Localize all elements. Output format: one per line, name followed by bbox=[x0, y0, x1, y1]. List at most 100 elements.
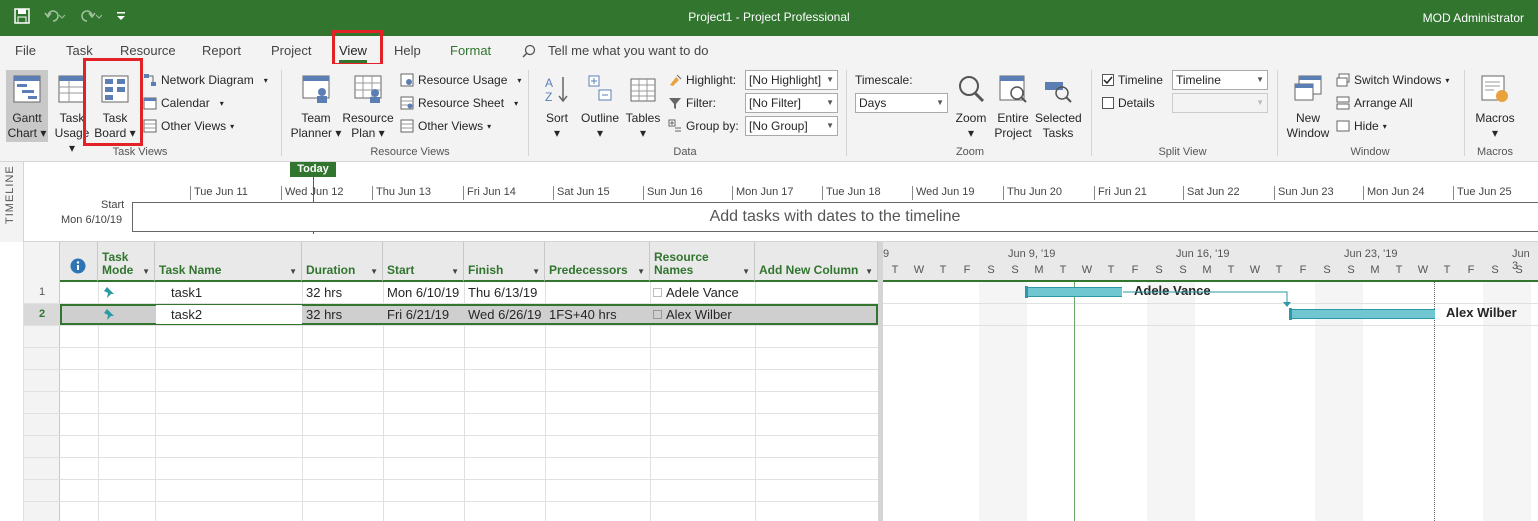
chevron-down-icon[interactable]: ▼ bbox=[142, 267, 150, 276]
macros-button[interactable]: Macros ▾ bbox=[1470, 74, 1520, 141]
arrange-all-label: Arrange All bbox=[1354, 96, 1413, 110]
column-header-finish[interactable]: Finish ▼ bbox=[464, 242, 545, 282]
resource-sheet-button[interactable]: Resource Sheet ▾ bbox=[400, 94, 518, 112]
gantt-chart[interactable]: 9 Jun 9, '19 Jun 16, '19 Jun 23, '19 Jun… bbox=[883, 242, 1538, 521]
weekend-shading bbox=[1147, 282, 1195, 521]
calendar-button[interactable]: Calendar ▾ bbox=[143, 94, 224, 112]
chevron-down-icon[interactable]: ▼ bbox=[289, 267, 297, 276]
group-separator bbox=[1277, 70, 1278, 156]
timescale-dropdown[interactable]: Days ▼ bbox=[855, 93, 948, 113]
column-header-resource-names[interactable]: Resource Names ▼ bbox=[650, 242, 755, 282]
tab-task[interactable]: Task bbox=[66, 43, 93, 58]
highlight-icon bbox=[670, 74, 682, 86]
column-header-start[interactable]: Start ▼ bbox=[383, 242, 464, 282]
tab-file[interactable]: File bbox=[15, 43, 36, 58]
timeline-pane[interactable]: TIMELINE Today Start Mon 6/10/19 Tue Jun… bbox=[0, 162, 1538, 242]
timeline-date: Thu Jun 13 bbox=[372, 186, 431, 200]
timeline-date: Wed Jun 19 bbox=[912, 186, 975, 200]
duration-cell[interactable]: 32 hrs bbox=[303, 304, 383, 326]
timescale-day: T bbox=[1275, 264, 1283, 276]
task-name-cell[interactable]: task1 bbox=[168, 282, 302, 304]
details-checkbox[interactable]: Details bbox=[1102, 94, 1155, 112]
timescale-day: S bbox=[1515, 264, 1523, 276]
sort-icon: AZ bbox=[545, 76, 568, 104]
chevron-down-icon[interactable]: ▼ bbox=[532, 267, 540, 276]
entire-project-button[interactable]: Entire Project bbox=[992, 74, 1034, 141]
zoom-button[interactable]: Zoom ▾ bbox=[951, 74, 991, 141]
search-icon bbox=[522, 44, 536, 58]
tab-project[interactable]: Project bbox=[271, 43, 311, 58]
bar-start-marker bbox=[1289, 308, 1292, 320]
highlight-dropdown[interactable]: [No Highlight] ▼ bbox=[745, 70, 838, 90]
column-header-task-mode[interactable]: Task Mode ▼ bbox=[98, 242, 155, 282]
resource-names-cell[interactable]: Alex Wilber bbox=[663, 304, 755, 326]
new-window-icon bbox=[1294, 75, 1322, 101]
task-other-views-button[interactable]: Other Views ▾ bbox=[143, 117, 234, 135]
start-cell[interactable]: Mon 6/10/19 bbox=[384, 282, 464, 304]
column-header-task-name[interactable]: Task Name ▼ bbox=[155, 242, 302, 282]
team-planner-button[interactable]: Team Planner ▾ bbox=[288, 74, 344, 141]
timescale-week: Jun 23, '19 bbox=[1344, 248, 1398, 260]
gantt-bar-task2[interactable] bbox=[1290, 309, 1435, 319]
row-number[interactable]: 2 bbox=[24, 303, 60, 325]
new-window-button[interactable]: New Window bbox=[1284, 74, 1332, 141]
column-header-duration[interactable]: Duration ▼ bbox=[302, 242, 383, 282]
network-diagram-button[interactable]: Network Diagram ▾ bbox=[143, 71, 268, 89]
hide-button[interactable]: Hide ▾ bbox=[1336, 117, 1387, 135]
task-name-cell[interactable]: task2 bbox=[168, 304, 302, 326]
switch-windows-button[interactable]: Switch Windows ▾ bbox=[1336, 71, 1449, 89]
grid-line bbox=[24, 369, 878, 370]
predecessors-cell[interactable] bbox=[546, 282, 650, 304]
tab-resource[interactable]: Resource bbox=[120, 43, 176, 58]
gantt-chart-button[interactable]: Gantt Chart ▾ bbox=[6, 70, 48, 142]
finish-cell[interactable]: Wed 6/26/19 bbox=[465, 304, 545, 326]
gantt-bar-task1[interactable] bbox=[1026, 287, 1122, 297]
resource-other-views-button[interactable]: Other Views ▾ bbox=[400, 117, 491, 135]
tab-report[interactable]: Report bbox=[202, 43, 241, 58]
chevron-down-icon[interactable]: ▼ bbox=[742, 267, 750, 276]
arrange-all-button[interactable]: Arrange All bbox=[1336, 94, 1413, 112]
checkbox-checked-icon bbox=[1102, 74, 1114, 86]
outline-dropdown-icon: ▾ bbox=[596, 126, 604, 140]
row-number[interactable]: 1 bbox=[24, 281, 60, 303]
grid-line bbox=[24, 479, 878, 480]
resource-names-cell[interactable]: Adele Vance bbox=[663, 282, 755, 304]
team-planner-icon bbox=[302, 75, 330, 103]
duration-header-label: Duration bbox=[306, 263, 356, 277]
resource-checkbox-icon bbox=[653, 310, 662, 319]
tab-format[interactable]: Format bbox=[450, 43, 491, 58]
filter-label: Filter: bbox=[686, 96, 716, 110]
tell-me-input[interactable]: Tell me what you want to do bbox=[548, 43, 708, 58]
filter-dropdown[interactable]: [No Filter] ▼ bbox=[745, 93, 838, 113]
timeline-date: Sun Jun 16 bbox=[643, 186, 703, 200]
predecessors-cell[interactable]: 1FS+40 hrs bbox=[546, 304, 650, 326]
timeline-checkbox[interactable]: Timeline bbox=[1102, 71, 1163, 89]
other-views-label: Other Views bbox=[161, 119, 227, 133]
timeline-view-dropdown[interactable]: Timeline ▼ bbox=[1172, 70, 1268, 90]
group-by-dropdown[interactable]: [No Group] ▼ bbox=[745, 116, 838, 136]
chevron-down-icon[interactable]: ▼ bbox=[370, 267, 378, 276]
duration-cell[interactable]: 32 hrs bbox=[303, 282, 383, 304]
resource-plan-button[interactable]: Resource Plan ▾ bbox=[341, 74, 395, 141]
outline-button[interactable]: Outline ▾ bbox=[578, 74, 622, 141]
column-header-add-new[interactable]: Add New Column ▼ bbox=[755, 242, 878, 282]
user-name[interactable]: MOD Administrator bbox=[1423, 11, 1524, 25]
task-sheet[interactable]: Task Mode ▼ Task Name ▼ Duration ▼ Start ▼ Fi… bbox=[0, 242, 880, 521]
chevron-down-icon[interactable]: ▼ bbox=[865, 267, 873, 276]
column-header-predecessors[interactable]: Predecessors ▼ bbox=[545, 242, 650, 282]
selected-tasks-button[interactable]: Selected Tasks bbox=[1035, 74, 1082, 141]
grid-line bbox=[24, 391, 878, 392]
grid-line bbox=[24, 347, 878, 348]
chevron-down-icon[interactable]: ▼ bbox=[637, 267, 645, 276]
entire-project-icon bbox=[999, 75, 1027, 103]
finish-cell[interactable]: Thu 6/13/19 bbox=[465, 282, 545, 304]
start-cell[interactable]: Fri 6/21/19 bbox=[384, 304, 464, 326]
chevron-down-icon[interactable]: ▼ bbox=[451, 267, 459, 276]
tables-button[interactable]: Tables ▾ bbox=[624, 74, 662, 141]
column-header-info[interactable] bbox=[60, 242, 98, 282]
sort-button[interactable]: AZ Sort ▾ bbox=[540, 74, 574, 141]
filter-control: Filter: bbox=[668, 94, 716, 112]
macros-icon bbox=[1481, 75, 1508, 102]
tab-help[interactable]: Help bbox=[394, 43, 421, 58]
resource-usage-button[interactable]: Resource Usage ▾ bbox=[400, 71, 521, 89]
